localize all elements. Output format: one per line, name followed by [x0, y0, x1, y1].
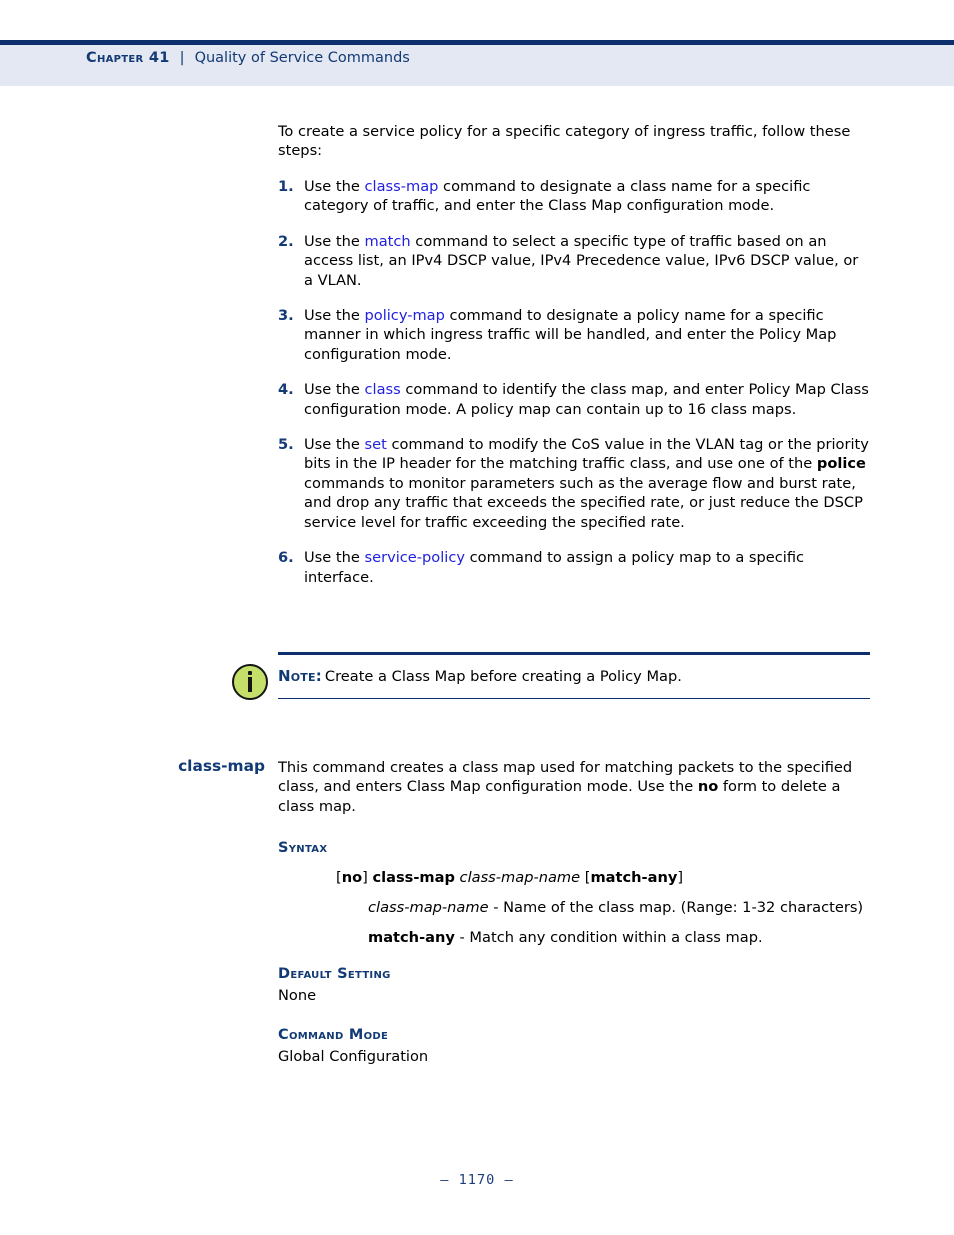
- chapter-label: Chapter 41: [86, 50, 170, 66]
- note-body: Note: Create a Class Map before creating …: [278, 655, 870, 698]
- step-text-pre: Use the: [304, 381, 365, 399]
- command-link-policy-map[interactable]: policy-map: [365, 307, 445, 324]
- note-label: Note:: [278, 667, 322, 685]
- list-item-text: Use the class-map command to designate a…: [304, 177, 870, 216]
- list-item: 5. Use the set command to modify the CoS…: [278, 435, 870, 532]
- list-item-text: Use the set command to modify the CoS va…: [304, 435, 870, 532]
- info-icon: [232, 664, 268, 700]
- list-item: 4. Use the class command to identify the…: [278, 380, 870, 419]
- syntax-param-desc: - Match any condition within a class map…: [454, 929, 763, 946]
- syntax-param-description: class-map-name - Name of the class map. …: [368, 898, 870, 918]
- info-icon-dot: [248, 671, 252, 675]
- syntax-param-term: match-any: [368, 929, 455, 946]
- page-header: Chapter 41 | Quality of Service Commands: [0, 40, 954, 86]
- syntax-keyword-match-any: match-any: [590, 869, 678, 886]
- syntax-param-description: match-any - Match any condition within a…: [368, 928, 870, 948]
- default-setting-value: None: [278, 987, 317, 1004]
- list-item: 6. Use the service-policy command to ass…: [278, 548, 870, 587]
- intro-paragraph: To create a service policy for a specifi…: [278, 123, 851, 160]
- command-mode-heading: Command Mode: [278, 1027, 389, 1043]
- list-item-text: Use the match command to select a specif…: [304, 232, 870, 290]
- list-item: 3. Use the policy-map command to designa…: [278, 306, 870, 364]
- command-description: This command creates a class map used fo…: [278, 758, 870, 816]
- list-item-number: 2.: [278, 232, 294, 250]
- syntax-param-term: class-map-name: [368, 899, 489, 916]
- syntax-usage-line: [no] class-map class-map-name [match-any…: [336, 868, 870, 888]
- command-link-class-map[interactable]: class-map: [365, 178, 439, 195]
- command-link-service-policy[interactable]: service-policy: [365, 549, 466, 566]
- chapter-title: Quality of Service Commands: [194, 50, 410, 66]
- list-item-number: 6.: [278, 549, 294, 567]
- breadcrumb-separator: |: [179, 50, 185, 66]
- command-link-class[interactable]: class: [365, 381, 401, 398]
- step-text-pre: Use the: [304, 232, 365, 250]
- step-text-pre: Use the: [304, 178, 365, 195]
- default-setting-heading: Default Setting: [278, 966, 391, 982]
- info-icon-stem: [248, 677, 252, 692]
- command-link-set[interactable]: set: [365, 436, 387, 453]
- step-text-post: commands to monitor parameters such as t…: [304, 474, 863, 531]
- list-item-number: 1.: [278, 178, 294, 195]
- page-number-footer: – 1170 –: [440, 1172, 514, 1188]
- step-text-pre: Use the: [304, 307, 365, 325]
- default-setting-section: Default Setting None: [278, 966, 870, 1005]
- command-mode-value: Global Configuration: [278, 1048, 429, 1065]
- command-description-keyword-no: no: [697, 778, 719, 796]
- syntax-close-bracket: ]: [362, 869, 368, 886]
- steps-list: 1. Use the class-map command to designat…: [278, 177, 870, 601]
- syntax-keyword-no: no: [341, 869, 363, 886]
- step-text-pre: Use the: [304, 436, 365, 454]
- syntax-param: class-map-name: [459, 869, 581, 886]
- list-item: 2. Use the match command to select a spe…: [278, 232, 870, 290]
- note-text: Create a Class Map before creating a Pol…: [324, 668, 682, 685]
- syntax-heading: Syntax: [278, 840, 328, 856]
- breadcrumb: Chapter 41 | Quality of Service Commands: [86, 50, 410, 66]
- command-link-match[interactable]: match: [365, 233, 411, 250]
- step-text-pre: Use the: [304, 549, 365, 567]
- note-rule-bottom: [278, 698, 870, 699]
- step-text-mid: command to modify the CoS value in the V…: [304, 436, 869, 473]
- syntax-param-desc: - Name of the class map. (Range: 1-32 ch…: [488, 899, 864, 916]
- list-item: 1. Use the class-map command to designat…: [278, 177, 870, 216]
- syntax-command: class-map: [372, 869, 455, 886]
- list-item-number: 3.: [278, 307, 294, 325]
- note-callout: Note: Create a Class Map before creating …: [278, 652, 870, 699]
- list-item-text: Use the class command to identify the cl…: [304, 380, 870, 419]
- command-bold-police: police: [816, 455, 866, 473]
- list-item-number: 4.: [278, 381, 294, 399]
- list-item-text: Use the policy-map command to designate …: [304, 306, 870, 364]
- list-item-number: 5.: [278, 436, 294, 454]
- command-name-label: class-map: [178, 757, 265, 775]
- syntax-section: Syntax [no] class-map class-map-name [ma…: [278, 840, 870, 948]
- list-item-text: Use the service-policy command to assign…: [304, 548, 870, 587]
- command-mode-section: Command Mode Global Configuration: [278, 1027, 870, 1066]
- syntax-close-bracket-2: ]: [677, 869, 684, 886]
